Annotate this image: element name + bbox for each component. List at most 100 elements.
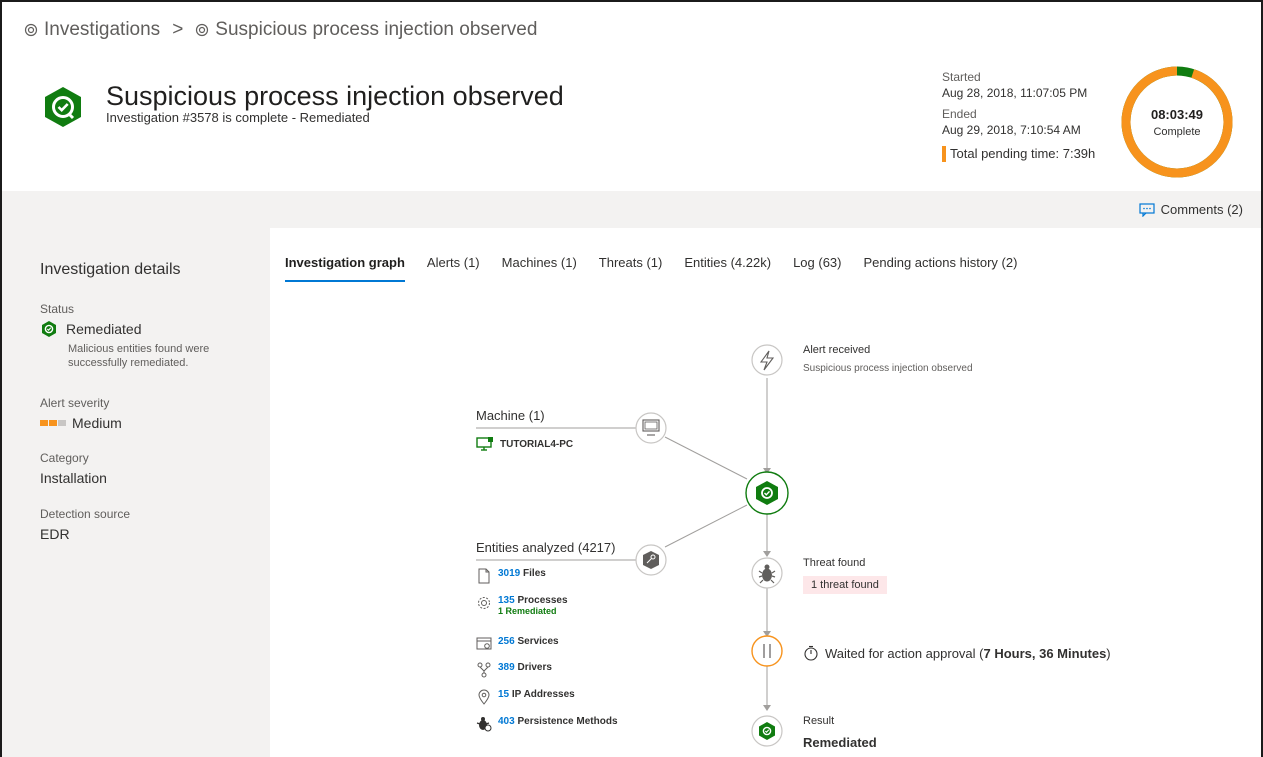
entity-row-drivers[interactable]: 389 Drivers <box>476 662 552 678</box>
investigation-header: Suspicious process injection observed In… <box>40 82 564 130</box>
investigation-page: Investigations > Suspicious process inje… <box>0 0 1263 757</box>
alert-description: Suspicious process injection observed <box>803 363 973 374</box>
tab-investigation-graph[interactable]: Investigation graph <box>285 255 405 282</box>
severity-value: Medium <box>72 415 122 431</box>
pending-time-text: Total pending time: 7:39h <box>950 146 1096 161</box>
tab-threats[interactable]: Threats (1) <box>599 255 663 282</box>
persistence-label: Persistence Methods <box>517 716 618 727</box>
tab-pending-actions-history[interactable]: Pending actions history (2) <box>863 255 1017 282</box>
pending-approval-node[interactable] <box>751 635 783 667</box>
remediated-shield-icon <box>759 722 775 740</box>
tab-log[interactable]: Log (63) <box>793 255 841 282</box>
severity-bar <box>49 420 57 426</box>
services-icon <box>476 637 492 650</box>
remediated-shield-icon <box>45 87 81 127</box>
pending-bar <box>942 146 946 162</box>
pending-time: Total pending time: 7:39h <box>942 146 1095 162</box>
started-label: Started <box>942 70 981 84</box>
entity-row-ip-addresses[interactable]: 15 IP Addresses <box>476 689 575 705</box>
tab-alerts[interactable]: Alerts (1) <box>427 255 480 282</box>
entity-row-processes[interactable]: 135 Processes 1 Remediated <box>476 595 568 616</box>
alert-title: Alert received <box>803 344 871 356</box>
gear-icon <box>478 597 490 609</box>
wait-suffix: ) <box>1106 645 1111 661</box>
computer-icon <box>642 419 660 436</box>
severity-indicator <box>40 420 66 426</box>
investigation-icon <box>196 23 209 37</box>
persistence-count: 403 <box>498 716 515 727</box>
stopwatch-icon <box>804 645 818 661</box>
entity-row-files[interactable]: 3019 Files <box>476 568 546 584</box>
result-title: Result <box>803 715 835 727</box>
persistence-icon <box>476 717 492 732</box>
services-count: 256 <box>498 636 515 647</box>
breadcrumb-investigations-link[interactable]: Investigations <box>44 19 160 41</box>
bug-icon <box>758 564 776 584</box>
files-label: Files <box>523 568 546 579</box>
action-bar: Comments (2) <box>2 191 1261 228</box>
threat-node[interactable] <box>751 557 783 589</box>
processes-remediated: 1 Remediated <box>498 606 557 616</box>
lightning-icon <box>759 350 775 371</box>
investigation-icon <box>24 23 38 37</box>
machine-node[interactable] <box>635 412 667 444</box>
severity-bar <box>58 420 66 426</box>
machine-link[interactable]: TUTORIAL4-PC <box>476 437 573 452</box>
drivers-label: Drivers <box>517 662 552 673</box>
wait-duration: 7 Hours, 36 Minutes <box>983 645 1107 661</box>
file-icon <box>478 568 490 584</box>
detection-source-value: EDR <box>40 526 70 542</box>
threat-badge[interactable]: 1 threat found <box>803 576 887 594</box>
services-label: Services <box>517 636 559 647</box>
wait-prefix: Waited for action approval ( <box>825 645 984 661</box>
status-note-line-2: successfully remediated. <box>68 357 189 369</box>
drivers-count: 389 <box>498 662 515 673</box>
ip-addresses-label: IP Addresses <box>511 689 575 700</box>
entities-hexagon-icon <box>643 551 659 569</box>
processes-count: 135 <box>498 595 515 606</box>
investigation-center-node[interactable] <box>745 471 789 515</box>
comments-label: Comments (2) <box>1160 202 1243 217</box>
machine-icon <box>476 437 493 451</box>
status-value: Remediated <box>66 321 142 337</box>
entity-row-services[interactable]: 256 Services <box>476 636 559 652</box>
result-value: Remediated <box>803 735 877 750</box>
tab-machines[interactable]: Machines (1) <box>502 255 577 282</box>
investigation-details-panel: Investigation details Status Remediated … <box>2 228 270 757</box>
ended-label: Ended <box>942 107 977 121</box>
investigation-tabs: Investigation graph Alerts (1) Machines … <box>285 255 1017 282</box>
detection-source-label: Detection source <box>40 507 131 521</box>
remediated-shield-icon <box>756 481 778 505</box>
alert-node[interactable] <box>751 344 783 376</box>
processes-label: Processes <box>517 595 568 606</box>
investigation-times: Started Aug 28, 2018, 11:07:05 PM Ended … <box>942 69 1095 162</box>
severity-label: Alert severity <box>40 396 110 410</box>
result-node[interactable] <box>751 715 783 747</box>
entities-node[interactable] <box>635 544 667 576</box>
duration-value: 08:03:49 <box>1150 106 1204 122</box>
page-title: Suspicious process injection observed <box>106 81 564 111</box>
duration-status: Complete <box>1153 125 1201 138</box>
threat-title: Threat found <box>803 557 866 569</box>
remediated-shield-icon <box>42 321 56 337</box>
category-value: Installation <box>40 470 107 486</box>
investigation-subtitle: Investigation #3578 is complete - Remedi… <box>106 110 370 125</box>
comments-button[interactable]: Comments (2) <box>1139 202 1243 217</box>
ended-value: Aug 29, 2018, 7:10:54 AM <box>942 123 1081 137</box>
files-count: 3019 <box>498 568 521 579</box>
drivers-icon <box>477 662 491 678</box>
breadcrumb-current: Suspicious process injection observed <box>215 19 538 40</box>
category-label: Category <box>40 451 89 465</box>
ip-addresses-count: 15 <box>498 689 510 700</box>
pause-icon <box>763 644 771 658</box>
entity-row-persistence-methods[interactable]: 403 Persistence Methods <box>476 716 618 732</box>
started-value: Aug 28, 2018, 11:07:05 PM <box>942 86 1088 100</box>
duration-readout: 08:03:49 Complete <box>1120 65 1234 179</box>
entities-title: Entities analyzed (4217) <box>476 540 616 555</box>
severity-bar <box>40 420 48 426</box>
comment-icon <box>1139 202 1155 217</box>
tab-entities[interactable]: Entities (4.22k) <box>684 255 771 282</box>
details-heading: Investigation details <box>40 261 181 278</box>
wait-approval-text: Waited for action approval (7 Hours, 36 … <box>803 645 1111 661</box>
breadcrumb-separator: > <box>172 19 184 40</box>
